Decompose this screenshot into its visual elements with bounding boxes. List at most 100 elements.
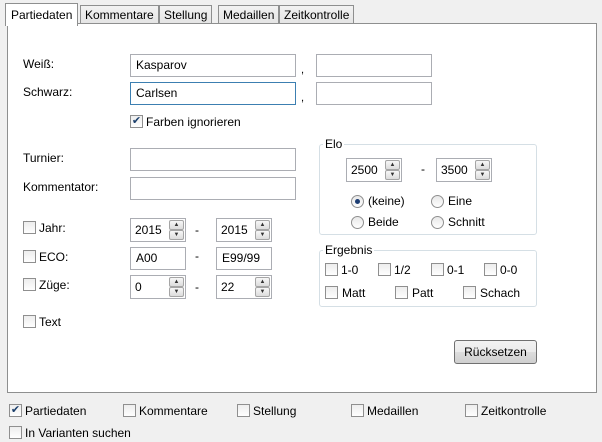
- year-from-spinner[interactable]: 2015 ▲ ▼: [130, 218, 186, 242]
- commentator-label: Kommentator:: [23, 180, 99, 194]
- spin-up-icon[interactable]: ▲: [255, 220, 270, 230]
- range-dash: -: [421, 162, 425, 176]
- mate-checkbox[interactable]: [325, 286, 338, 299]
- footer-game-data-label: Partiedaten: [25, 404, 87, 418]
- ignore-colors-label: Farben ignorieren: [146, 115, 241, 129]
- black-label: Schwarz:: [23, 85, 73, 99]
- year-from-value: 2015: [135, 223, 162, 237]
- tab-medaillen[interactable]: Medaillen: [218, 5, 280, 25]
- footer-position-label: Stellung: [253, 404, 297, 418]
- footer-medals-label: Medaillen: [367, 404, 419, 418]
- black-player-input[interactable]: Carlsen: [130, 82, 296, 105]
- elo-one-radio[interactable]: [431, 195, 444, 208]
- spin-up-icon[interactable]: ▲: [475, 160, 490, 170]
- spin-up-icon[interactable]: ▲: [169, 277, 184, 287]
- result-white-wins-checkbox[interactable]: [325, 263, 338, 276]
- spin-up-icon[interactable]: ▲: [385, 160, 400, 170]
- stalemate-label: Patt: [412, 286, 434, 300]
- elo-average-label: Schnitt: [448, 215, 485, 229]
- elo-group-title: Elo: [323, 137, 345, 151]
- moves-from-value: 0: [135, 280, 142, 294]
- moves-to-spinner[interactable]: 22 ▲ ▼: [216, 275, 272, 299]
- spin-down-icon[interactable]: ▼: [255, 287, 270, 297]
- footer-time-control-label: Zeitkontrolle: [481, 404, 547, 418]
- footer-time-control-checkbox[interactable]: [465, 404, 478, 417]
- spin-down-icon[interactable]: ▼: [385, 170, 400, 180]
- result-draw-checkbox[interactable]: [378, 263, 391, 276]
- text-checkbox[interactable]: [23, 315, 36, 328]
- eco-to-input[interactable]: E99/99: [216, 247, 272, 270]
- tab-label: Stellung: [164, 8, 208, 22]
- result-group-title: Ergebnis: [323, 243, 375, 257]
- tab-kommentare[interactable]: Kommentare: [80, 5, 159, 25]
- year-to-value: 2015: [221, 223, 248, 237]
- footer-comments-label: Kommentare: [139, 404, 208, 418]
- year-label: Jahr:: [39, 221, 66, 235]
- result-none-checkbox[interactable]: [484, 263, 497, 276]
- moves-to-value: 22: [221, 280, 235, 294]
- range-dash: -: [195, 223, 199, 237]
- elo-average-radio[interactable]: [431, 216, 444, 229]
- elo-both-radio[interactable]: [351, 216, 364, 229]
- eco-from-input[interactable]: A00: [130, 247, 186, 270]
- ignore-colors-checkbox[interactable]: ✔: [130, 115, 143, 128]
- tournament-input[interactable]: [130, 148, 296, 171]
- spin-down-icon[interactable]: ▼: [169, 230, 184, 240]
- check-checkbox[interactable]: [463, 286, 476, 299]
- search-variants-label: In Varianten suchen: [25, 426, 131, 440]
- footer-game-data-checkbox[interactable]: ✔: [9, 404, 22, 417]
- result-draw-label: 1/2: [394, 263, 411, 277]
- tab-label: Medaillen: [223, 8, 275, 22]
- tab-zeitkontrolle[interactable]: Zeitkontrolle: [279, 5, 355, 25]
- spin-down-icon[interactable]: ▼: [169, 287, 184, 297]
- result-white-wins-label: 1-0: [341, 263, 359, 277]
- white-player-input[interactable]: Kasparov: [130, 54, 296, 77]
- range-dash: -: [195, 249, 199, 263]
- elo-none-radio[interactable]: [351, 195, 364, 208]
- comma: ,: [301, 64, 305, 76]
- range-dash: -: [195, 280, 199, 294]
- footer-medals-checkbox[interactable]: [351, 404, 364, 417]
- reset-button[interactable]: Rücksetzen: [454, 340, 537, 364]
- tab-label: Zeitkontrolle: [284, 8, 350, 22]
- white-label: Weiß:: [23, 57, 55, 71]
- comma: ,: [301, 92, 305, 104]
- eco-label: ECO:: [39, 250, 69, 264]
- elo-to-spinner[interactable]: 3500 ▲ ▼: [436, 158, 492, 182]
- check-label: Schach: [480, 286, 521, 300]
- elo-one-label: Eine: [448, 194, 473, 208]
- footer-comments-checkbox[interactable]: [123, 404, 136, 417]
- tournament-label: Turnier:: [23, 151, 64, 165]
- eco-checkbox[interactable]: [23, 250, 36, 263]
- footer-position-checkbox[interactable]: [237, 404, 250, 417]
- spin-down-icon[interactable]: ▼: [475, 170, 490, 180]
- commentator-input[interactable]: [130, 177, 296, 200]
- tab-label: Kommentare: [85, 8, 154, 22]
- stalemate-checkbox[interactable]: [395, 286, 408, 299]
- text-label: Text: [39, 315, 62, 329]
- result-black-wins-label: 0-1: [447, 263, 465, 277]
- mate-label: Matt: [342, 286, 366, 300]
- elo-both-label: Beide: [368, 215, 399, 229]
- year-checkbox[interactable]: [23, 221, 36, 234]
- moves-label: Züge:: [39, 278, 70, 292]
- elo-from-value: 2500: [351, 163, 378, 177]
- white-player-input-2[interactable]: [316, 54, 432, 77]
- tab-partiedaten[interactable]: Partiedaten: [5, 3, 79, 26]
- moves-from-spinner[interactable]: 0 ▲ ▼: [130, 275, 186, 299]
- spin-down-icon[interactable]: ▼: [255, 230, 270, 240]
- elo-from-spinner[interactable]: 2500 ▲ ▼: [346, 158, 402, 182]
- spin-up-icon[interactable]: ▲: [255, 277, 270, 287]
- elo-none-label: (keine): [368, 194, 405, 208]
- spin-up-icon[interactable]: ▲: [169, 220, 184, 230]
- search-variants-checkbox[interactable]: [9, 426, 22, 439]
- black-player-input-2[interactable]: [316, 82, 432, 105]
- tab-stellung[interactable]: Stellung: [159, 5, 213, 25]
- year-to-spinner[interactable]: 2015 ▲ ▼: [216, 218, 272, 242]
- tab-label: Partiedaten: [11, 8, 73, 22]
- elo-to-value: 3500: [441, 163, 468, 177]
- radio-selected-dot: [355, 199, 360, 204]
- result-none-label: 0-0: [500, 263, 518, 277]
- result-black-wins-checkbox[interactable]: [431, 263, 444, 276]
- moves-checkbox[interactable]: [23, 278, 36, 291]
